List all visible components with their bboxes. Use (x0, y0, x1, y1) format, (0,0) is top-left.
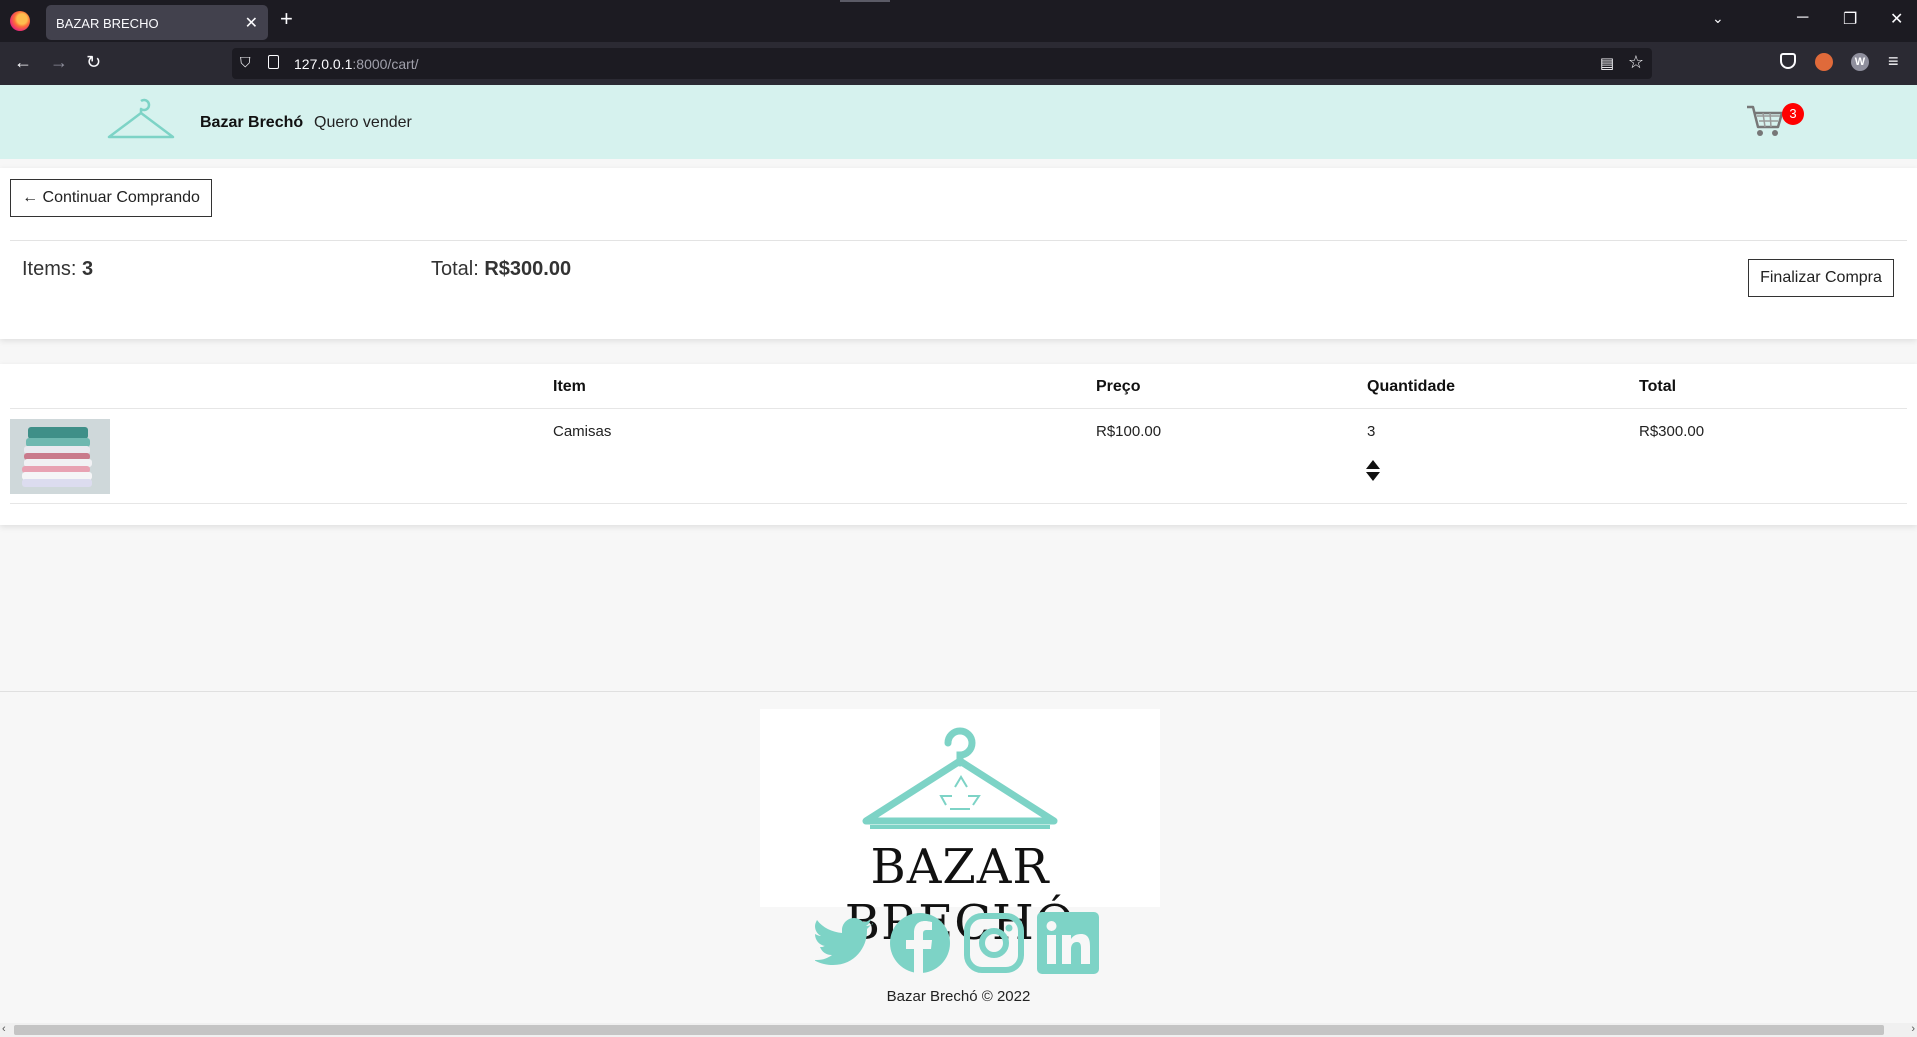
horizontal-scrollbar[interactable]: ‹ › (0, 1023, 1917, 1037)
checkout-button[interactable]: Finalizar Compra (1748, 259, 1894, 297)
total-label-text: Total: (431, 258, 485, 280)
cart-items-table: Item Preço Quantidade Total Camisas R$10… (0, 364, 1917, 525)
twitter-icon[interactable] (815, 912, 877, 974)
column-header-price: Preço (1096, 378, 1141, 395)
browser-tab-bar: BAZAR BRECHO ✕ + ⌄ ─ ❐ ✕ (0, 0, 1917, 42)
column-header-total: Total (1639, 378, 1677, 395)
linkedin-icon[interactable] (1037, 912, 1099, 974)
hanger-logo-icon (862, 727, 1058, 829)
reload-icon[interactable]: ↻ (86, 52, 101, 72)
tracking-shield-icon[interactable]: ⛉ (240, 54, 251, 71)
extension-icon[interactable] (1815, 53, 1833, 71)
column-header-item: Item (553, 378, 586, 395)
footer-divider (0, 691, 1917, 692)
back-icon[interactable]: ← (14, 52, 32, 72)
cart-summary-card: ← Continuar Comprando Items: 3 Total: R$… (0, 168, 1917, 339)
firefox-icon (10, 11, 30, 31)
url-path: :8000/cart/ (352, 56, 419, 72)
quantity-increase-arrow-icon[interactable] (1366, 460, 1380, 469)
row-divider (10, 503, 1907, 504)
items-label-text: Items: (22, 258, 83, 280)
cell-quantity: 3 (1367, 423, 1376, 440)
url-bar[interactable]: ⛉ 127.0.0.1:8000/cart/ ▤ ☆ (232, 48, 1652, 79)
brand-link[interactable]: Bazar Brechó (200, 114, 303, 132)
browser-tab[interactable]: BAZAR BRECHO ✕ (46, 5, 268, 40)
bookmark-star-icon[interactable]: ☆ (1628, 52, 1644, 73)
cart-total-label: Total: R$300.00 (431, 258, 571, 281)
browser-nav-bar: ← → ↻ ⛉ 127.0.0.1:8000/cart/ ▤ ☆ W ≡ (0, 42, 1917, 85)
continue-shopping-button[interactable]: ← Continuar Comprando (10, 179, 212, 217)
cell-item-name: Camisas (553, 423, 612, 440)
pocket-icon[interactable] (1780, 53, 1796, 69)
account-icon[interactable]: W (1851, 53, 1869, 71)
cart-total-value: R$300.00 (484, 258, 572, 280)
hanger-logo-icon[interactable] (106, 97, 176, 141)
cart-count-badge: 3 (1782, 103, 1804, 125)
instagram-icon[interactable] (963, 912, 1025, 974)
window-minimize-icon[interactable]: ─ (1797, 9, 1808, 27)
scrollbar-thumb[interactable] (14, 1025, 1884, 1035)
url-text[interactable]: 127.0.0.1:8000/cart/ (294, 56, 419, 72)
footer-logo: BAZAR BRECHÓ (760, 709, 1160, 951)
tab-scroll-indicator (840, 0, 890, 2)
cart-icon[interactable] (1745, 103, 1785, 139)
scroll-left-arrow-icon[interactable]: ‹ (2, 1023, 6, 1035)
cell-row-total: R$300.00 (1639, 423, 1705, 440)
quantity-decrease-arrow-icon[interactable] (1366, 472, 1380, 481)
items-count-value: 3 (82, 258, 94, 280)
sell-link[interactable]: Quero vender (314, 114, 412, 132)
scroll-right-arrow-icon[interactable]: › (1911, 1023, 1915, 1035)
reader-view-icon[interactable]: ▤ (1600, 54, 1614, 72)
forward-icon[interactable]: → (50, 52, 68, 72)
product-thumbnail (10, 419, 110, 494)
window-restore-icon[interactable]: ❐ (1843, 9, 1857, 29)
cell-price: R$100.00 (1096, 423, 1162, 440)
tab-title: BAZAR BRECHO (56, 16, 159, 31)
tab-list-chevron-icon[interactable]: ⌄ (1712, 10, 1724, 27)
footer-copyright: Bazar Brechó © 2022 (886, 988, 1031, 1005)
divider (10, 240, 1907, 241)
site-header: Bazar Brechó Quero vender 3 (0, 85, 1917, 159)
tab-close-icon[interactable]: ✕ (245, 13, 258, 33)
window-close-icon[interactable]: ✕ (1890, 9, 1903, 29)
header-divider (10, 408, 1907, 409)
column-header-quantity: Quantidade (1367, 378, 1456, 395)
facebook-icon[interactable] (889, 912, 951, 974)
page-info-icon[interactable] (268, 55, 279, 69)
hamburger-menu-icon[interactable]: ≡ (1888, 51, 1899, 72)
new-tab-icon[interactable]: + (280, 8, 293, 30)
url-host: 127.0.0.1 (294, 56, 353, 72)
items-count-label: Items: 3 (22, 258, 93, 281)
